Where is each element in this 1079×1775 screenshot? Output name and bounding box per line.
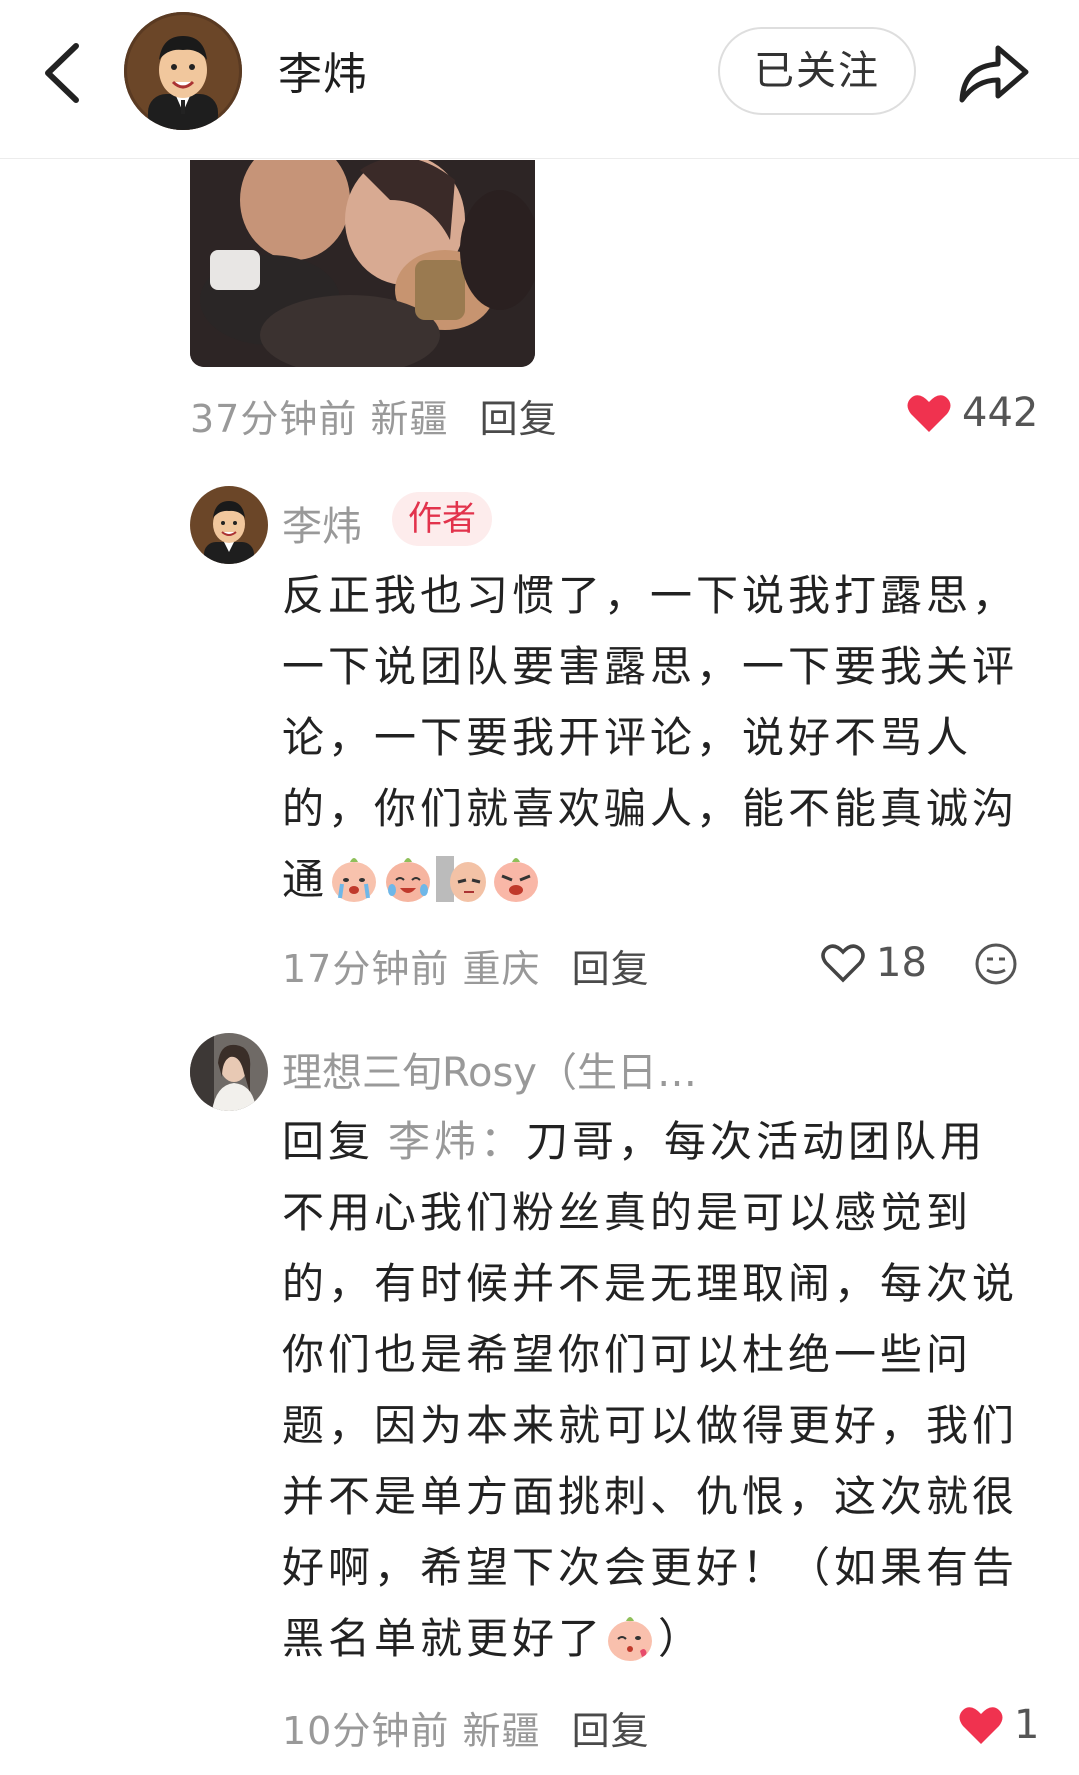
back-chevron-icon[interactable] [38, 40, 86, 106]
comment-line-text: 刀哥，每次活动团队用 [526, 1117, 987, 1166]
comment-line: 一下说团队要害露思，一下要我关评 [282, 642, 1019, 691]
avatar[interactable] [190, 1033, 268, 1111]
comment-line: 反正我也习惯了，一下说我打露思， [282, 571, 1019, 620]
angry-peach-emoji [494, 858, 539, 902]
comment-author[interactable]: 理想三旬Rosy（生日… [282, 1040, 697, 1098]
top-bar: 李炜 已关注 [0, 0, 1079, 159]
comment-author[interactable]: 李炜 [282, 494, 362, 552]
like-button[interactable]: 18 [820, 940, 927, 986]
like-count: 18 [876, 940, 927, 986]
like-count: 1 [1014, 1702, 1040, 1748]
author-badge: 作者 [392, 492, 492, 546]
comment-line: 通 [282, 844, 1052, 915]
peeking-peach-emoji [436, 856, 487, 902]
comment-text: 回复 李炜：刀哥，每次活动团队用 不用心我们粉丝真的是可以感觉到 的，有时候并不是… [282, 1106, 1052, 1674]
crying-peach-emoji [386, 858, 431, 902]
comment-image[interactable] [190, 160, 535, 367]
kissing-peach-emoji [608, 1617, 653, 1661]
heart-filled-icon [907, 395, 951, 432]
comment-line: 的，有时候并不是无理取闹，每次说 [282, 1259, 1019, 1308]
comment-line-text: 通 [282, 855, 329, 904]
comment-location: 新疆 [370, 397, 449, 441]
comment-line: 题，因为本来就可以做得更好，我们 [282, 1401, 1019, 1450]
comment-line: 的，你们就喜欢骗人，能不能真诚沟 [282, 784, 1019, 833]
profile-name[interactable]: 李炜 [278, 38, 368, 102]
reply-prefix: 回复 [282, 1117, 375, 1166]
reply-target[interactable]: 李炜： [388, 1117, 526, 1166]
comment-time: 10分钟前 [282, 1709, 450, 1753]
like-button[interactable]: 1 [958, 1702, 1039, 1748]
reply-button[interactable]: 回复 [480, 397, 558, 441]
comment-meta: 17分钟前 重庆 回复 [282, 938, 650, 993]
like-count: 442 [962, 390, 1039, 436]
comment-line: 回复 李炜：刀哥，每次活动团队用 [282, 1106, 1052, 1177]
comment-meta: 10分钟前 新疆 回复 [282, 1700, 650, 1755]
share-arrow-icon[interactable] [954, 38, 1032, 108]
comment-line: 你们也是希望你们可以杜绝一些问 [282, 1330, 973, 1379]
profile-avatar[interactable] [124, 12, 242, 130]
avatar[interactable] [190, 486, 268, 564]
reply-button[interactable]: 回复 [572, 947, 650, 991]
comment-line: 论，一下要我开评论，说好不骂人 [282, 713, 973, 762]
follow-button[interactable]: 已关注 [718, 27, 916, 115]
like-button[interactable]: 442 [906, 390, 1038, 436]
emoji-reaction-icon[interactable] [974, 942, 1018, 986]
comment-location: 重庆 [462, 947, 541, 991]
comment-line: 并不是单方面挑刺、仇恨，这次就很 [282, 1472, 1019, 1521]
comment-line-text: 黑名单就更好了 [282, 1614, 605, 1663]
heart-filled-icon [959, 1707, 1003, 1744]
comment-location: 新疆 [462, 1709, 541, 1753]
heart-outline-icon [821, 944, 865, 983]
comment-meta: 37分钟前 新疆 回复 [190, 388, 558, 443]
crying-peach-emoji [332, 858, 377, 902]
comment-line: 好啊，希望下次会更好！（如果有告 [282, 1543, 1019, 1592]
comment-text: 反正我也习惯了，一下说我打露思， 一下说团队要害露思，一下要我关评 论，一下要我… [282, 560, 1052, 915]
comment-line-text: ） [658, 1614, 705, 1663]
comment-time: 37分钟前 [190, 397, 358, 441]
comment-line: 黑名单就更好了 ） [282, 1603, 1052, 1674]
reply-button[interactable]: 回复 [572, 1709, 650, 1753]
comment-time: 17分钟前 [282, 947, 450, 991]
comment-line: 不用心我们粉丝真的是可以感觉到 [282, 1188, 973, 1237]
